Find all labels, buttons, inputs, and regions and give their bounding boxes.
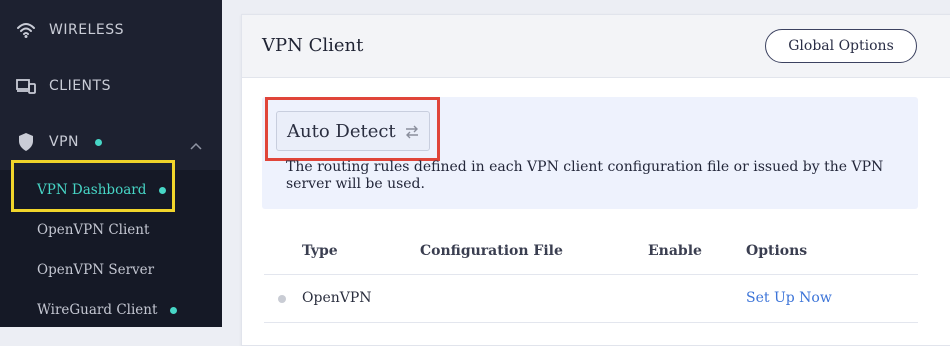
sidebar: WIRELESS CLIENTS VPN VPN Dashboard OpenV…: [0, 0, 222, 327]
card-header: VPN Client Global Options: [242, 15, 950, 78]
routing-mode-panel: Auto Detect The routing rules defined in…: [262, 97, 918, 209]
sidebar-item-label: WIRELESS: [49, 22, 124, 38]
vpn-status-dot: [95, 139, 102, 146]
submenu-item-label: WireGuard Client: [37, 302, 158, 318]
page-title: VPN Client: [262, 35, 364, 56]
highlight-box-red: [265, 97, 440, 161]
column-header-enable: Enable: [648, 243, 702, 259]
table-divider: [264, 322, 918, 323]
status-dot: [278, 295, 286, 303]
sidebar-item-clients[interactable]: CLIENTS: [0, 66, 222, 106]
vpn-client-card: VPN Client Global Options Auto Detect Th…: [241, 14, 950, 346]
routing-mode-description: The routing rules defined in each VPN cl…: [286, 159, 884, 192]
column-header-type: Type: [302, 243, 338, 259]
submenu-item-label: OpenVPN Server: [37, 262, 155, 278]
global-options-button[interactable]: Global Options: [765, 29, 917, 63]
highlight-box-yellow: [11, 160, 175, 212]
submenu-item-label: OpenVPN Client: [37, 222, 150, 238]
submenu-item-wireguard-client[interactable]: WireGuard Client: [37, 302, 177, 318]
sidebar-item-wireless[interactable]: WIRELESS: [0, 10, 222, 50]
sidebar-item-vpn[interactable]: VPN: [0, 122, 222, 162]
chevron-up-icon[interactable]: [190, 135, 202, 154]
table-divider: [264, 274, 918, 275]
column-header-options: Options: [746, 243, 808, 259]
devices-icon: [16, 76, 36, 96]
wifi-icon: [16, 20, 36, 40]
sidebar-item-label: CLIENTS: [49, 78, 111, 94]
row-type: OpenVPN: [302, 290, 372, 306]
shield-icon: [16, 132, 36, 152]
column-header-configuration-file: Configuration File: [420, 243, 563, 259]
sidebar-item-label: VPN: [49, 134, 79, 150]
set-up-now-link[interactable]: Set Up Now: [746, 290, 832, 306]
status-dot: [169, 307, 177, 314]
submenu-item-openvpn-client[interactable]: OpenVPN Client: [37, 222, 149, 238]
submenu-item-openvpn-server[interactable]: OpenVPN Server: [37, 262, 154, 278]
